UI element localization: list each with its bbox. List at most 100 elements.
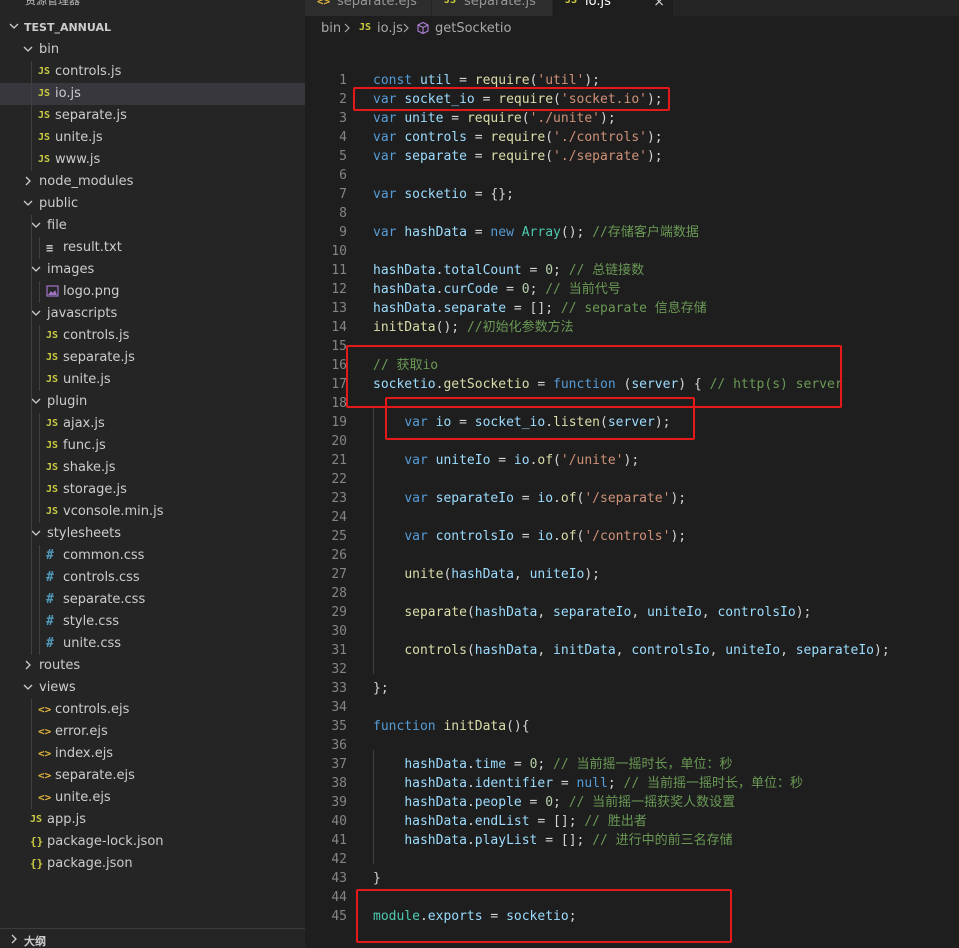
- file-index-ejs[interactable]: <> index.ejs: [0, 743, 305, 765]
- file-unite-ejs[interactable]: <> unite.ejs: [0, 787, 305, 809]
- file-vconsole-min-js[interactable]: JS vconsole.min.js: [0, 501, 305, 523]
- file-common-css[interactable]: # common.css: [0, 545, 305, 567]
- file-io-js[interactable]: JS io.js: [0, 83, 305, 105]
- line-number: 13: [331, 301, 347, 316]
- folder-javascripts[interactable]: javascripts: [0, 303, 305, 325]
- file-controls-ejs[interactable]: <> controls.ejs: [0, 699, 305, 721]
- code-text: var separate = require('./separate');: [373, 149, 663, 164]
- file-unite-js[interactable]: JS unite.js: [0, 127, 305, 149]
- code-text: hashData.playList = []; // 进行中的前三名存储: [404, 833, 733, 848]
- file-label: ajax.js: [63, 416, 105, 431]
- folder-bin[interactable]: bin: [0, 39, 305, 61]
- code-text: separate(hashData, separateIo, uniteIo, …: [404, 605, 812, 620]
- tab-separate-ejs[interactable]: <> separate.ejs: [305, 0, 432, 16]
- folder-file[interactable]: file: [0, 215, 305, 237]
- file-logo-png[interactable]: logo.png: [0, 281, 305, 303]
- code-line: 24: [305, 508, 959, 527]
- file-storage-js[interactable]: JS storage.js: [0, 479, 305, 501]
- code-line: 43}: [305, 869, 959, 888]
- file-ajax-js[interactable]: JS ajax.js: [0, 413, 305, 435]
- folder-public[interactable]: public: [0, 193, 305, 215]
- project-header[interactable]: TEST_ANNUAL: [0, 17, 305, 39]
- line-number: 10: [331, 244, 347, 259]
- line-number: 35: [331, 719, 347, 734]
- folder-images[interactable]: images: [0, 259, 305, 281]
- file-style-css[interactable]: # style.css: [0, 611, 305, 633]
- json-file-icon: {}: [30, 857, 44, 870]
- breadcrumb-file[interactable]: io.js: [377, 21, 403, 36]
- code-text: // 获取io: [373, 358, 439, 373]
- line-number: 19: [331, 415, 347, 430]
- js-file-icon: JS: [46, 484, 59, 495]
- line-number: 3: [339, 111, 347, 126]
- line-number: 1: [339, 73, 347, 88]
- file-app-js[interactable]: JS app.js: [0, 809, 305, 831]
- file-www-js[interactable]: JS www.js: [0, 149, 305, 171]
- file-controls-js[interactable]: JS controls.js: [0, 61, 305, 83]
- ejs-file-icon: <>: [38, 725, 52, 738]
- folder-routes[interactable]: routes: [0, 655, 305, 677]
- file-label: unite.js: [55, 130, 103, 145]
- js-file-icon: JS: [46, 374, 59, 385]
- tree-indent-guide: [39, 281, 40, 303]
- file-separate-js[interactable]: JS separate.js: [0, 105, 305, 127]
- folder-views[interactable]: views: [0, 677, 305, 699]
- file-unite-css[interactable]: # unite.css: [0, 633, 305, 655]
- file-label: separate.js: [55, 108, 127, 123]
- code-text: const util = require('util');: [373, 73, 601, 88]
- folder-plugin[interactable]: plugin: [0, 391, 305, 413]
- outline-section-header[interactable]: 大纲: [0, 928, 305, 948]
- tab-separate-js[interactable]: JS separate.js: [432, 0, 553, 16]
- folder-stylesheets[interactable]: stylesheets: [0, 523, 305, 545]
- folder-label: bin: [39, 42, 60, 57]
- file-unite-js[interactable]: JS unite.js: [0, 369, 305, 391]
- code-line: 21 var uniteIo = io.of('/unite');: [305, 451, 959, 470]
- line-number: 26: [331, 548, 347, 563]
- code-text: socketio.getSocketio = function (server)…: [373, 377, 843, 392]
- js-file-icon: JS: [565, 0, 578, 6]
- folder-node-modules[interactable]: node_modules: [0, 171, 305, 193]
- code-line: 20: [305, 432, 959, 451]
- code-text: controls(hashData, initData, controlsIo,…: [404, 643, 890, 658]
- file-func-js[interactable]: JS func.js: [0, 435, 305, 457]
- code-line: 37 hashData.time = 0; // 当前摇一摇时长，单位：秒: [305, 755, 959, 774]
- line-number: 8: [339, 206, 347, 221]
- line-number: 14: [331, 320, 347, 335]
- tab-label: separate.js: [464, 0, 536, 9]
- tree-indent-guide: [39, 325, 40, 391]
- breadcrumb-folder[interactable]: bin: [321, 21, 341, 36]
- file-label: app.js: [47, 812, 86, 827]
- file-controls-js[interactable]: JS controls.js: [0, 325, 305, 347]
- file-separate-js[interactable]: JS separate.js: [0, 347, 305, 369]
- file-separate-ejs[interactable]: <> separate.ejs: [0, 765, 305, 787]
- js-file-icon: JS: [30, 814, 43, 825]
- line-number: 27: [331, 567, 347, 582]
- tab-io-js[interactable]: JS io.js ×: [553, 0, 674, 16]
- css-file-icon: #: [46, 614, 54, 629]
- file-package-json[interactable]: {} package.json: [0, 853, 305, 875]
- folder-label: images: [47, 262, 95, 277]
- line-number: 4: [339, 130, 347, 145]
- file-controls-css[interactable]: # controls.css: [0, 567, 305, 589]
- code-editor[interactable]: 1 const util = require('util'); 2 var socke…: [305, 40, 959, 948]
- close-icon[interactable]: ×: [653, 0, 665, 10]
- file-error-ejs[interactable]: <> error.ejs: [0, 721, 305, 743]
- file-label: result.txt: [63, 240, 122, 255]
- chevron-right-icon: [344, 23, 350, 33]
- code-text: hashData.people = 0; // 当前摇一摇获奖人数设置: [404, 795, 736, 810]
- line-number: 39: [331, 795, 347, 810]
- indent-guide: [373, 408, 374, 674]
- code-line: 14 initData(); //初始化参数方法: [305, 318, 959, 337]
- file-separate-css[interactable]: # separate.css: [0, 589, 305, 611]
- line-number: 17: [331, 377, 347, 392]
- breadcrumb-symbol[interactable]: getSocketio: [435, 21, 511, 36]
- file-package-lock-json[interactable]: {} package-lock.json: [0, 831, 305, 853]
- tree-indent-guide: [31, 61, 32, 171]
- explorer-title: 资源管理器: [25, 0, 80, 7]
- image-file-icon: [46, 285, 59, 297]
- outline-label: 大纲: [24, 935, 46, 948]
- code-line: 29 separate(hashData, separateIo, uniteI…: [305, 603, 959, 622]
- file-shake-js[interactable]: JS shake.js: [0, 457, 305, 479]
- file-result-txt[interactable]: ≡ result.txt: [0, 237, 305, 259]
- code-line: 39 hashData.people = 0; // 当前摇一摇获奖人数设置: [305, 793, 959, 812]
